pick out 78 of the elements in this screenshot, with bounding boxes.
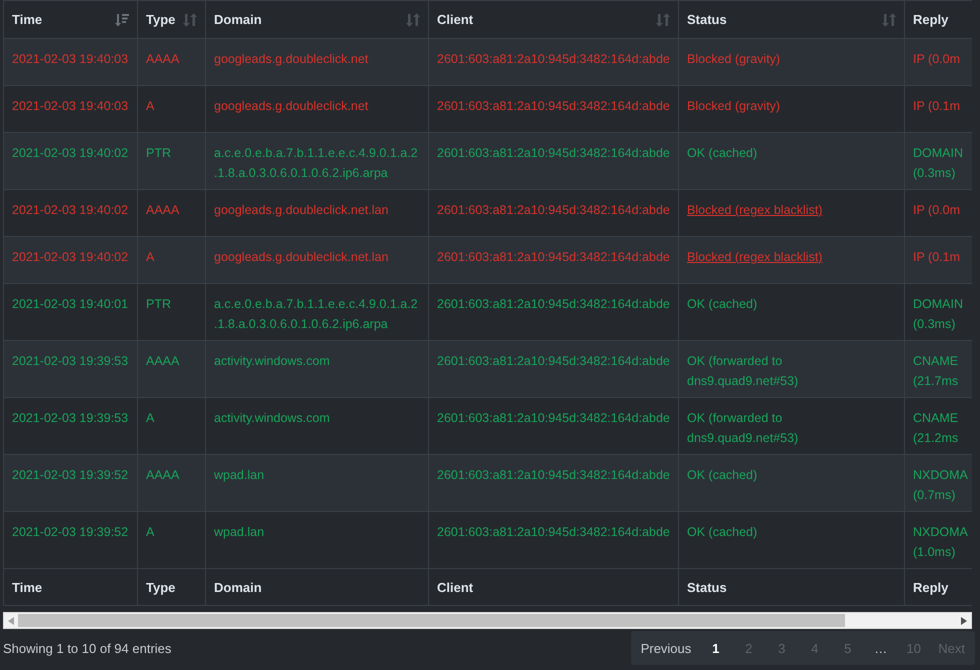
table-cell: wpad.lan: [214, 525, 264, 539]
table-cell: 2021-02-03 19:40:03: [12, 99, 128, 113]
table-cell: NXDOMA (0.7ms): [913, 468, 968, 502]
scroll-right-icon[interactable]: [961, 616, 967, 624]
table-cell: 2601:603:a81:2a10:945d:3482:164d:abde: [437, 354, 670, 368]
table-cell: 2021-02-03 19:40:02: [12, 146, 128, 160]
table-cell: OK (forwarded to dns9.quad9.net#53): [687, 411, 798, 445]
table-cell: activity.windows.com: [214, 354, 330, 368]
table-cell: IP (0.0m: [913, 52, 960, 66]
column-footer: Client: [437, 580, 474, 594]
table-cell: CNAME (21.7ms: [913, 354, 958, 388]
table-cell: 2021-02-03 19:39:53: [12, 354, 128, 368]
table-cell: 2021-02-03 19:40:02: [12, 203, 128, 217]
table-cell: DOMAIN (0.3ms): [913, 297, 963, 331]
table-cell: IP (0.1m: [913, 250, 960, 264]
table-cell: 2601:603:a81:2a10:945d:3482:164d:abde: [437, 468, 670, 482]
table-cell: 2021-02-03 19:39:53: [12, 411, 128, 425]
table-cell: OK (cached): [687, 297, 758, 311]
table-cell: OK (cached): [687, 146, 758, 160]
table-cell: AAAA: [146, 52, 180, 66]
table-cell: 2601:603:a81:2a10:945d:3482:164d:abde: [437, 250, 670, 264]
table-cell: Blocked (gravity): [687, 52, 780, 66]
table-cell: 2601:603:a81:2a10:945d:3482:164d:abde: [437, 525, 670, 539]
table-cell: googleads.g.doubleclick.net: [214, 52, 368, 66]
column-footer: Domain: [214, 580, 262, 594]
scrollbar-thumb[interactable]: [18, 614, 845, 627]
scroll-left-icon[interactable]: [8, 616, 14, 624]
table-cell: IP (0.0m: [913, 203, 960, 217]
table-cell: googleads.g.doubleclick.net: [214, 99, 368, 113]
table-cell: NXDOMA (1.0ms): [913, 525, 968, 559]
page-button[interactable]: …: [864, 631, 898, 665]
table-cell: Blocked (gravity): [687, 99, 780, 113]
table-cell: 2601:603:a81:2a10:945d:3482:164d:abde: [437, 146, 670, 160]
entries-info: Showing 1 to 10 of 94 entries: [3, 640, 172, 656]
page-button[interactable]: Previous: [632, 631, 700, 665]
table-cell: OK (forwarded to dns9.quad9.net#53): [687, 354, 798, 388]
table-cell: A: [146, 411, 154, 425]
table-cell: activity.windows.com: [214, 411, 330, 425]
column-footer: Type: [146, 580, 176, 594]
column-header[interactable]: Domain: [206, 0, 428, 38]
table-cell: IP (0.1m: [913, 99, 960, 113]
column-header[interactable]: Time: [4, 0, 138, 38]
table-cell: 2021-02-03 19:39:52: [12, 525, 128, 539]
table-cell: AAAA: [146, 203, 180, 217]
table-cell: PTR: [146, 146, 171, 160]
table-cell: 2601:603:a81:2a10:945d:3482:164d:abde: [437, 99, 670, 113]
table-cell: AAAA: [146, 468, 180, 482]
table-cell: wpad.lan: [214, 468, 264, 482]
table-cell: 2021-02-03 19:40:02: [12, 250, 128, 264]
table-cell: OK (cached): [687, 525, 758, 539]
table-cell: 2601:603:a81:2a10:945d:3482:164d:abde: [437, 297, 670, 311]
table-cell: A: [146, 525, 154, 539]
table-cell: CNAME (21.2ms: [913, 411, 958, 445]
table-cell: A: [146, 99, 154, 113]
table-cell: A: [146, 250, 154, 264]
table-cell: 2021-02-03 19:40:03: [12, 52, 128, 66]
table-cell: googleads.g.doubleclick.net.lan: [214, 250, 388, 264]
table-cell: a.c.e.0.e.b.a.7.b.1.1.e.e.c.4.9.0.1.a.2.1.8.a.0.3.0.6.0.1.0.6.2.ip6.arpa: [214, 297, 418, 331]
table-cell: 2021-02-03 19:39:52: [12, 468, 128, 482]
column-footer: Status: [687, 580, 727, 594]
column-header[interactable]: Status: [678, 0, 904, 38]
table-cell: 2021-02-03 19:40:01: [12, 297, 128, 311]
table-cell: 2601:603:a81:2a10:945d:3482:164d:abde: [437, 203, 670, 217]
column-header[interactable]: Type: [138, 0, 206, 38]
table-cell: DOMAIN (0.3ms): [913, 146, 963, 180]
column-header[interactable]: Reply: [904, 0, 972, 38]
horizontal-scrollbar[interactable]: [3, 612, 972, 629]
page-button[interactable]: 1: [699, 631, 732, 665]
table-cell: googleads.g.doubleclick.net.lan: [214, 203, 388, 217]
table-cell: a.c.e.0.e.b.a.7.b.1.1.e.e.c.4.9.0.1.a.2.1.8.a.0.3.0.6.0.1.0.6.2.ip6.arpa: [214, 146, 418, 180]
column-footer: Time: [12, 580, 42, 594]
table-cell: OK (cached): [687, 468, 758, 482]
column-header[interactable]: Client: [428, 0, 678, 38]
table-cell: 2601:603:a81:2a10:945d:3482:164d:abde: [437, 52, 670, 66]
table-cell: PTR: [146, 297, 171, 311]
column-footer: Reply: [913, 580, 948, 594]
table-cell: AAAA: [146, 354, 180, 368]
table-cell: 2601:603:a81:2a10:945d:3482:164d:abde: [437, 411, 670, 425]
